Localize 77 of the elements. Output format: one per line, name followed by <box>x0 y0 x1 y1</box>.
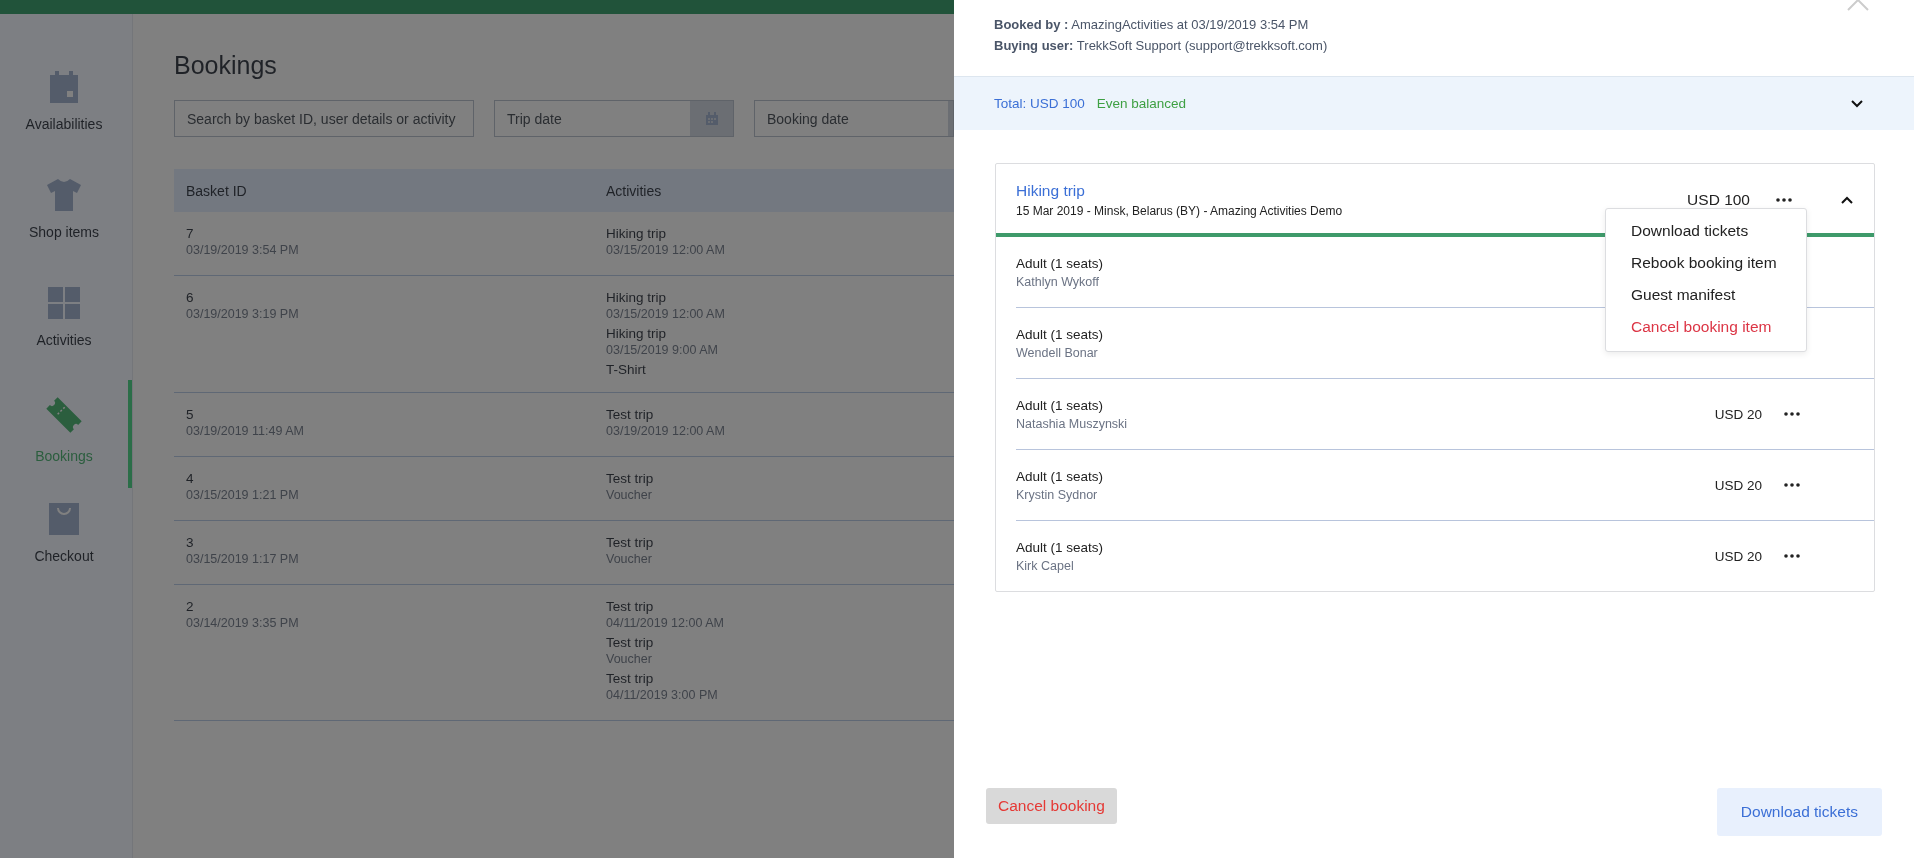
t-shirt-icon <box>46 178 82 212</box>
sidebar-item[interactable]: Checkout <box>0 488 132 596</box>
booking-date: 03/14/2019 3:35 PM <box>186 615 300 632</box>
sidebar-item[interactable]: Activities <box>0 272 132 380</box>
ticket-type: Adult (1 seats) <box>1016 539 1104 555</box>
sidebar-item[interactable]: Shop items <box>0 164 132 272</box>
activity-name: T-Shirt <box>606 361 647 378</box>
guest-name: Natashia Muszynski <box>1016 416 1128 431</box>
ticket-price: USD 20 <box>1714 477 1762 493</box>
ticket-price: USD 20 <box>1714 406 1762 422</box>
activity-detail: 03/15/2019 12:00 AM <box>606 306 725 323</box>
booking-date: 03/19/2019 3:19 PM <box>186 306 300 323</box>
ticket-price: USD 20 <box>1714 548 1762 564</box>
activity-name: Test trip <box>606 598 655 615</box>
guest-name: Wendell Bonar <box>1016 345 1098 360</box>
activity-name: Hiking trip <box>606 325 668 342</box>
ticket-type: Adult (1 seats) <box>1016 397 1104 413</box>
activity-detail: 03/19/2019 12:00 AM <box>606 423 725 440</box>
column-header: Activities <box>605 182 662 199</box>
shopping-bag-icon <box>48 502 80 536</box>
activity-subtitle: 15 Mar 2019 - Minsk, Belarus (BY) - Amazing Activities Demo <box>1016 204 1344 218</box>
buying-user-text: Buying user: TrekkSoft Support (support@trekksoft.com) <box>994 37 1329 55</box>
ticket-type: Adult (1 seats) <box>1016 255 1104 271</box>
booking-date: 03/19/2019 3:54 PM <box>186 242 300 259</box>
chevron-icon[interactable] <box>1850 98 1864 109</box>
column-header: Basket ID <box>185 182 248 199</box>
activity-detail: 04/11/2019 3:00 PM <box>606 687 719 704</box>
basket-id: 5 <box>186 406 195 423</box>
basket-id: 4 <box>186 470 195 487</box>
calendar-icon <box>47 70 81 104</box>
activity-name: Test trip <box>606 634 655 651</box>
activity-detail: Voucher <box>606 651 653 668</box>
ticket-type: Adult (1 seats) <box>1016 468 1104 484</box>
activity-name: Test trip <box>606 670 655 687</box>
sidebar-item[interactable]: Availabilities <box>0 56 132 164</box>
cancel-booking-button[interactable]: Cancel booking <box>986 788 1117 824</box>
activity-name: Test trip <box>606 406 655 423</box>
activity-detail: 04/11/2019 12:00 AM <box>606 615 724 632</box>
balance-status: Even balanced <box>1096 96 1187 111</box>
summary-bar[interactable]: Total: USD 100 Even balanced <box>954 76 1914 130</box>
download-tickets-button[interactable]: Download tickets <box>1716 788 1882 836</box>
more-options-icon[interactable] <box>1784 554 1800 558</box>
menu-item[interactable]: Download tickets <box>1606 215 1806 247</box>
booking-date: 03/19/2019 11:49 AM <box>186 423 305 440</box>
guest-name: Krystin Sydnor <box>1016 487 1098 502</box>
menu-item[interactable]: Rebook booking item <box>1606 247 1806 279</box>
activity-name: Hiking trip <box>606 289 668 306</box>
menu-item[interactable]: Guest manifest <box>1606 279 1806 311</box>
activity-name: Hiking trip <box>606 225 668 242</box>
page-title: Bookings <box>174 51 278 80</box>
activity-name: Test trip <box>606 534 654 551</box>
grid-icon <box>47 286 81 320</box>
menu-item[interactable]: Cancel booking item <box>1606 311 1806 343</box>
more-options-icon[interactable] <box>1776 198 1792 202</box>
activity-detail: 03/15/2019 12:00 AM <box>606 242 725 259</box>
total-amount: Total: USD 100 <box>994 96 1085 111</box>
activity-detail: Voucher <box>606 487 653 504</box>
basket-id: 2 <box>186 598 195 615</box>
basket-id: 6 <box>186 289 195 306</box>
basket-id: 3 <box>186 534 195 551</box>
activity-title-link[interactable]: Hiking trip <box>1016 182 1662 200</box>
ticket-type: Adult (1 seats) <box>1016 326 1104 342</box>
chevron-icon[interactable] <box>1840 195 1854 205</box>
item-price: USD 100 <box>1687 191 1750 209</box>
booking-date: 03/15/2019 1:17 PM <box>186 551 300 568</box>
basket-id: 7 <box>186 225 195 242</box>
activity-detail: 03/15/2019 9:00 AM <box>606 342 719 359</box>
ticket-icon <box>43 394 85 436</box>
activity-detail: Voucher <box>606 551 653 568</box>
booked-by-text: Booked by : AmazingActivities at 03/19/2019 3:54 PM <box>994 16 1310 34</box>
activity-name: Test trip <box>606 470 654 487</box>
search-field[interactable]: Search by basket ID, user details or activity <box>174 100 474 137</box>
more-options-icon[interactable] <box>1784 483 1800 487</box>
booking-date: 03/15/2019 1:21 PM <box>186 487 300 504</box>
guest-name: Kirk Capel <box>1016 558 1074 573</box>
more-options-icon[interactable] <box>1784 412 1800 416</box>
guest-name: Kathlyn Wykoff <box>1016 274 1100 289</box>
